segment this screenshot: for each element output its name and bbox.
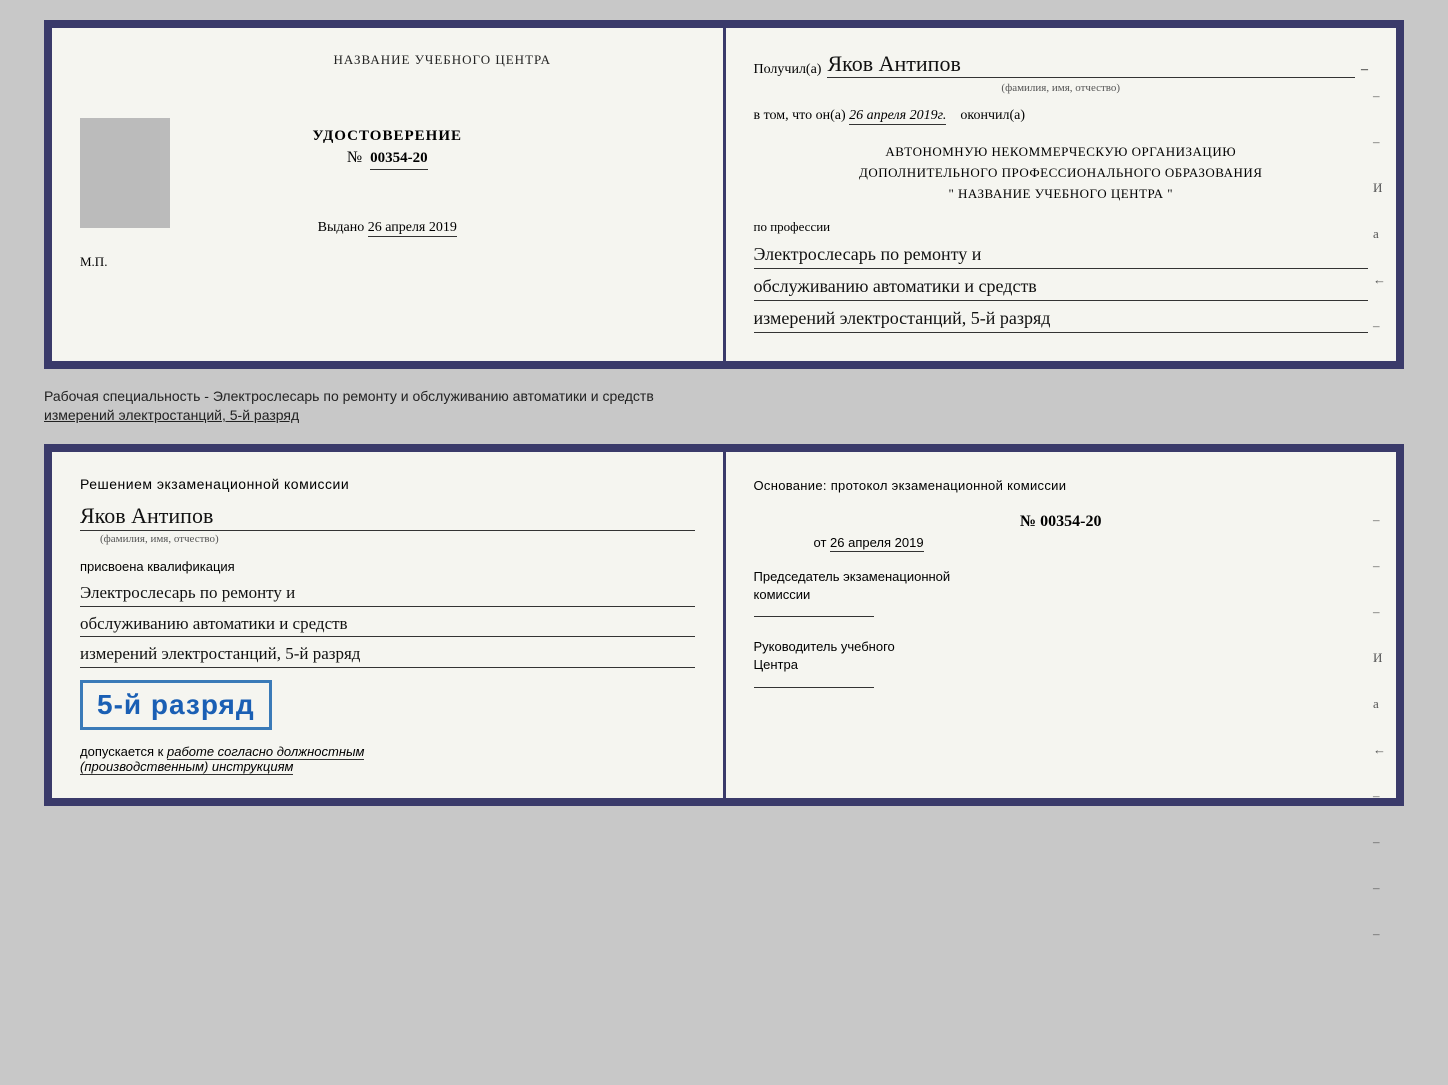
bottom-doc-right: Основание: протокол экзаменационной коми… — [726, 452, 1397, 798]
resheniem-label: Решением экзаменационной комиссии — [80, 476, 695, 492]
bottom-fio-sublabel: (фамилия, имя, отчество) — [100, 533, 695, 545]
recipient-name: Яков Антипов — [827, 52, 1355, 78]
profession-line1: Электрослесарь по ремонту и — [754, 241, 1369, 269]
training-center-label: НАЗВАНИЕ УЧЕБНОГО ЦЕНТРА — [190, 52, 695, 68]
razryad-text: 5-й разряд — [97, 689, 255, 720]
razryad-block: 5-й разряд — [80, 680, 272, 730]
top-document: НАЗВАНИЕ УЧЕБНОГО ЦЕНТРА УДОСТОВЕРЕНИЕ №… — [44, 20, 1404, 369]
udostoverenie-number-line: № 00354-20 — [80, 149, 695, 170]
poluchil-line: Получил(а) Яков Антипов – — [754, 52, 1369, 78]
ot-date: 26 апреля 2019 — [830, 535, 924, 552]
osnovanie-block: Основание: протокол экзаменационной коми… — [754, 476, 1369, 497]
bottom-document: Решением экзаменационной комиссии Яков А… — [44, 444, 1404, 806]
certificate-number: 00354-20 — [370, 150, 428, 170]
dopuskaetsya-line: допускается к работе согласно должностны… — [80, 744, 695, 774]
rukovoditel-signature-line — [754, 687, 874, 688]
vtom-date: 26 апреля 2019г. — [849, 108, 946, 125]
dopuskaetsya-italic2: (производственным) инструкциям — [80, 759, 293, 775]
rukovoditel-block: Руководитель учебного Центра — [754, 638, 1369, 693]
predsedatel-block: Председатель экзаменационной комиссии — [754, 568, 1369, 623]
description-text: Рабочая специальность - Электрослесарь п… — [44, 387, 1404, 426]
udostoverenie-title: УДОСТОВЕРЕНИЕ — [80, 128, 695, 145]
vydano-line: Выдано 26 апреля 2019 — [80, 220, 695, 236]
qual-line3: измерений электростанций, 5-й разряд — [80, 641, 695, 668]
po-professii-label: по профессии — [754, 219, 1369, 235]
mp-label: М.П. — [80, 254, 695, 270]
bottom-side-decoration: – – – И а ← – – – – — [1373, 512, 1386, 942]
top-doc-right: Получил(а) Яков Антипов – (фамилия, имя,… — [726, 28, 1397, 361]
dopuskaetsya-italic1: работе согласно должностным — [167, 744, 364, 760]
photo-placeholder — [80, 118, 170, 228]
vtom-line: в том, что он(а) 26 апреля 2019г. окончи… — [754, 108, 1369, 124]
protocol-number: № 00354-20 — [754, 513, 1369, 531]
qual-line2: обслуживанию автоматики и средств — [80, 611, 695, 638]
profession-line3: измерений электростанций, 5-й разряд — [754, 305, 1369, 333]
bottom-recipient-name: Яков Антипов — [80, 502, 695, 532]
top-doc-left: НАЗВАНИЕ УЧЕБНОГО ЦЕНТРА УДОСТОВЕРЕНИЕ №… — [52, 28, 726, 361]
side-decoration: – – И а ← – — [1373, 88, 1386, 334]
org-block: АВТОНОМНУЮ НЕКОММЕРЧЕСКУЮ ОРГАНИЗАЦИЮ ДО… — [754, 142, 1369, 204]
vydano-date: 26 апреля 2019 — [368, 220, 457, 237]
profession-line2: обслуживанию автоматики и средств — [754, 273, 1369, 301]
fio-sublabel: (фамилия, имя, отчество) — [754, 82, 1369, 94]
qual-line1: Электрослесарь по ремонту и — [80, 580, 695, 607]
ot-line: от 26 апреля 2019 — [754, 535, 1369, 550]
bottom-doc-left: Решением экзаменационной комиссии Яков А… — [52, 452, 726, 798]
predsedatel-signature-line — [754, 616, 874, 617]
prisvoena-label: присвоена квалификация — [80, 559, 695, 574]
